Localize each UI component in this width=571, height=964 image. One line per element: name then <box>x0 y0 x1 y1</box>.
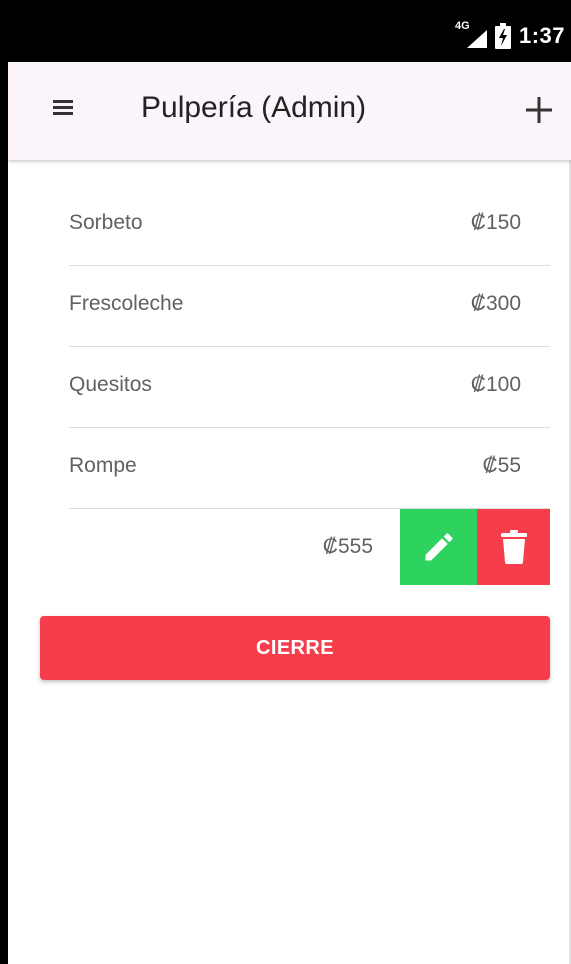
delete-button[interactable] <box>477 509 550 585</box>
item-name: Sorbeto <box>69 211 143 234</box>
page-title: Pulpería (Admin) <box>141 91 367 124</box>
item-price: ₡555 <box>322 535 373 558</box>
pencil-icon <box>425 533 453 561</box>
app-bar: Pulpería (Admin) <box>8 62 571 160</box>
item-price: ₡300 <box>470 292 521 315</box>
item-name: Quesitos <box>69 373 152 396</box>
content-area: Sorbeto ₡150 Frescoleche ₡300 Quesitos ₡… <box>8 160 571 964</box>
product-list: Sorbeto ₡150 Frescoleche ₡300 Quesitos ₡… <box>69 185 550 585</box>
item-price: ₡55 <box>482 454 521 477</box>
list-item[interactable]: Sorbeto ₡150 <box>69 185 550 266</box>
menu-icon[interactable] <box>50 98 82 124</box>
item-name: Frescoleche <box>69 292 184 315</box>
status-bar: 4G 1:37 <box>8 0 571 62</box>
status-indicators: 4G 1:37 <box>455 20 565 50</box>
item-price: ₡150 <box>470 211 521 234</box>
cierre-button[interactable]: CIERRE <box>40 616 550 680</box>
item-price: ₡100 <box>470 373 521 396</box>
status-time: 1:37 <box>518 23 565 48</box>
screen-edge <box>0 0 8 964</box>
list-item[interactable]: Frescoleche ₡300 <box>69 266 550 347</box>
item-name: Rompe <box>69 454 137 477</box>
list-item[interactable]: Quesitos ₡100 <box>69 347 550 428</box>
list-item[interactable]: Rompe ₡55 <box>69 428 550 509</box>
battery-icon <box>494 23 511 49</box>
app-screen: 4G 1:37 Pulpería (Admin) Sorbeto ₡150 Fr… <box>0 0 571 964</box>
plus-icon <box>526 97 552 123</box>
swiped-list-item[interactable]: ₡555 <box>69 509 550 585</box>
add-button[interactable] <box>521 92 557 128</box>
trash-icon <box>500 530 527 564</box>
edit-button[interactable] <box>400 509 477 585</box>
signal-icon: 4G <box>455 20 487 48</box>
